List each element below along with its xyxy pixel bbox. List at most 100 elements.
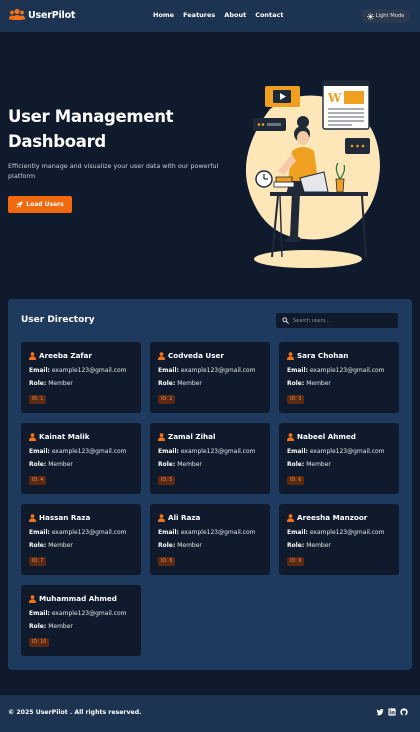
user-id: ID: 1 xyxy=(32,397,44,402)
user-role: Member xyxy=(48,380,73,387)
navbar: UserPilot Home Features About Contact Li… xyxy=(0,0,420,32)
linkedin-icon[interactable] xyxy=(388,708,396,716)
github-icon[interactable] xyxy=(400,708,408,716)
user-card-header: Muhammad Ahmed xyxy=(29,594,117,603)
user-card[interactable]: Ali Raza Email: example123@gmail.com Rol… xyxy=(150,504,270,575)
nav-link-about[interactable]: About xyxy=(224,11,246,19)
user-role: Member xyxy=(306,380,331,387)
user-card[interactable]: Zamal Zihal Email: example123@gmail.com … xyxy=(150,423,270,494)
user-role: Member xyxy=(306,542,331,549)
hero-section: User Management Dashboard Efficiently ma… xyxy=(0,32,420,290)
user-card-header: Ali Raza xyxy=(158,513,200,522)
user-id-badge: ID: 10 xyxy=(29,638,50,647)
role-label: Role: xyxy=(287,461,305,468)
users-icon xyxy=(9,8,25,20)
nav-link-features[interactable]: Features xyxy=(183,11,215,19)
user-name: Muhammad Ahmed xyxy=(39,594,117,603)
role-label: Role: xyxy=(287,542,305,549)
user-name: Zamal Zihal xyxy=(168,432,216,441)
user-role-line: Role: Member xyxy=(29,542,73,549)
hero-subtitle: Efficiently manage and visualize your us… xyxy=(8,162,219,180)
user-role-line: Role: Member xyxy=(158,380,202,387)
user-name: Hassan Raza xyxy=(39,513,91,522)
user-email: example123@gmail.com xyxy=(51,448,127,455)
user-card-header: Zamal Zihal xyxy=(158,432,215,441)
user-card[interactable]: Areesha Manzoor Email: example123@gmail.… xyxy=(279,504,399,575)
user-role-line: Role: Member xyxy=(287,542,331,549)
user-email: example123@gmail.com xyxy=(51,529,127,536)
user-name: Codveda User xyxy=(168,351,224,360)
role-label: Role: xyxy=(29,542,47,549)
user-email: example123@gmail.com xyxy=(180,367,256,374)
theme-toggle-label: Light Mode xyxy=(375,13,405,19)
nav-link-contact[interactable]: Contact xyxy=(255,11,283,19)
user-id: ID: 2 xyxy=(161,397,173,402)
footer: © 2025 UserPilot . All rights reserved. xyxy=(0,695,420,732)
email-label: Email: xyxy=(158,529,179,536)
user-directory-panel: User Directory Areeba Zafar Email: examp… xyxy=(8,299,412,670)
role-label: Role: xyxy=(29,623,47,630)
user-id: ID: 5 xyxy=(161,478,173,483)
search-box[interactable] xyxy=(276,313,398,328)
user-card-header: Kainat Malik xyxy=(29,432,90,441)
brand-name: UserPilot xyxy=(28,9,76,21)
user-role-line: Role: Member xyxy=(287,380,331,387)
user-role: Member xyxy=(48,542,73,549)
user-card[interactable]: Nabeel Ahmed Email: example123@gmail.com… xyxy=(279,423,399,494)
role-label: Role: xyxy=(287,380,305,387)
user-role-line: Role: Member xyxy=(29,461,73,468)
search-input[interactable] xyxy=(293,317,393,324)
theme-toggle-button[interactable]: Light Mode xyxy=(361,9,410,23)
user-email: example123@gmail.com xyxy=(309,367,385,374)
hero-title: User Management Dashboard xyxy=(8,107,174,151)
user-email-line: Email: example123@gmail.com xyxy=(287,529,385,536)
email-label: Email: xyxy=(29,448,50,455)
user-id-badge: ID: 9 xyxy=(287,557,305,566)
user-email: example123@gmail.com xyxy=(51,367,127,374)
brand-logo[interactable]: UserPilot xyxy=(9,8,75,22)
user-card[interactable]: Areeba Zafar Email: example123@gmail.com… xyxy=(21,342,141,413)
role-label: Role: xyxy=(158,380,176,387)
user-role-line: Role: Member xyxy=(287,461,331,468)
user-email-line: Email: example123@gmail.com xyxy=(287,448,385,455)
nav-link-home[interactable]: Home xyxy=(153,11,174,19)
svg-text:W: W xyxy=(327,91,342,105)
role-label: Role: xyxy=(158,461,176,468)
user-card[interactable]: Muhammad Ahmed Email: example123@gmail.c… xyxy=(21,585,141,656)
user-id-badge: ID: 3 xyxy=(287,395,305,404)
user-name: Ali Raza xyxy=(168,513,201,522)
user-name: Kainat Malik xyxy=(39,432,90,441)
twitter-icon[interactable] xyxy=(376,708,384,716)
user-icon xyxy=(158,351,165,360)
user-id-badge: ID: 6 xyxy=(287,476,305,485)
user-email-line: Email: example123@gmail.com xyxy=(158,367,256,374)
user-role: Member xyxy=(48,623,73,630)
search-icon xyxy=(282,317,289,324)
user-card[interactable]: Hassan Raza Email: example123@gmail.com … xyxy=(21,504,141,575)
user-email-line: Email: example123@gmail.com xyxy=(29,367,127,374)
nav-links: Home Features About Contact xyxy=(153,11,284,19)
user-card[interactable]: Codveda User Email: example123@gmail.com… xyxy=(150,342,270,413)
user-icon xyxy=(29,432,36,441)
user-email-line: Email: example123@gmail.com xyxy=(158,529,256,536)
email-label: Email: xyxy=(29,367,50,374)
user-role-line: Role: Member xyxy=(158,542,202,549)
user-id: ID: 6 xyxy=(290,478,302,483)
user-email: example123@gmail.com xyxy=(180,448,256,455)
user-card-header: Codveda User xyxy=(158,351,224,360)
user-id: ID: 7 xyxy=(32,559,44,564)
email-label: Email: xyxy=(29,529,50,536)
email-label: Email: xyxy=(287,529,308,536)
load-users-button[interactable]: Load Users xyxy=(8,196,72,213)
user-id: ID: 9 xyxy=(290,559,302,564)
user-id-badge: ID: 1 xyxy=(29,395,47,404)
user-name: Areeba Zafar xyxy=(39,351,92,360)
user-card[interactable]: Kainat Malik Email: example123@gmail.com… xyxy=(21,423,141,494)
user-email-line: Email: example123@gmail.com xyxy=(29,610,127,617)
user-role-line: Role: Member xyxy=(158,461,202,468)
user-icon xyxy=(287,513,294,522)
user-icon xyxy=(158,432,165,441)
user-email-line: Email: example123@gmail.com xyxy=(158,448,256,455)
email-label: Email: xyxy=(158,367,179,374)
user-card[interactable]: Sara Chohan Email: example123@gmail.com … xyxy=(279,342,399,413)
